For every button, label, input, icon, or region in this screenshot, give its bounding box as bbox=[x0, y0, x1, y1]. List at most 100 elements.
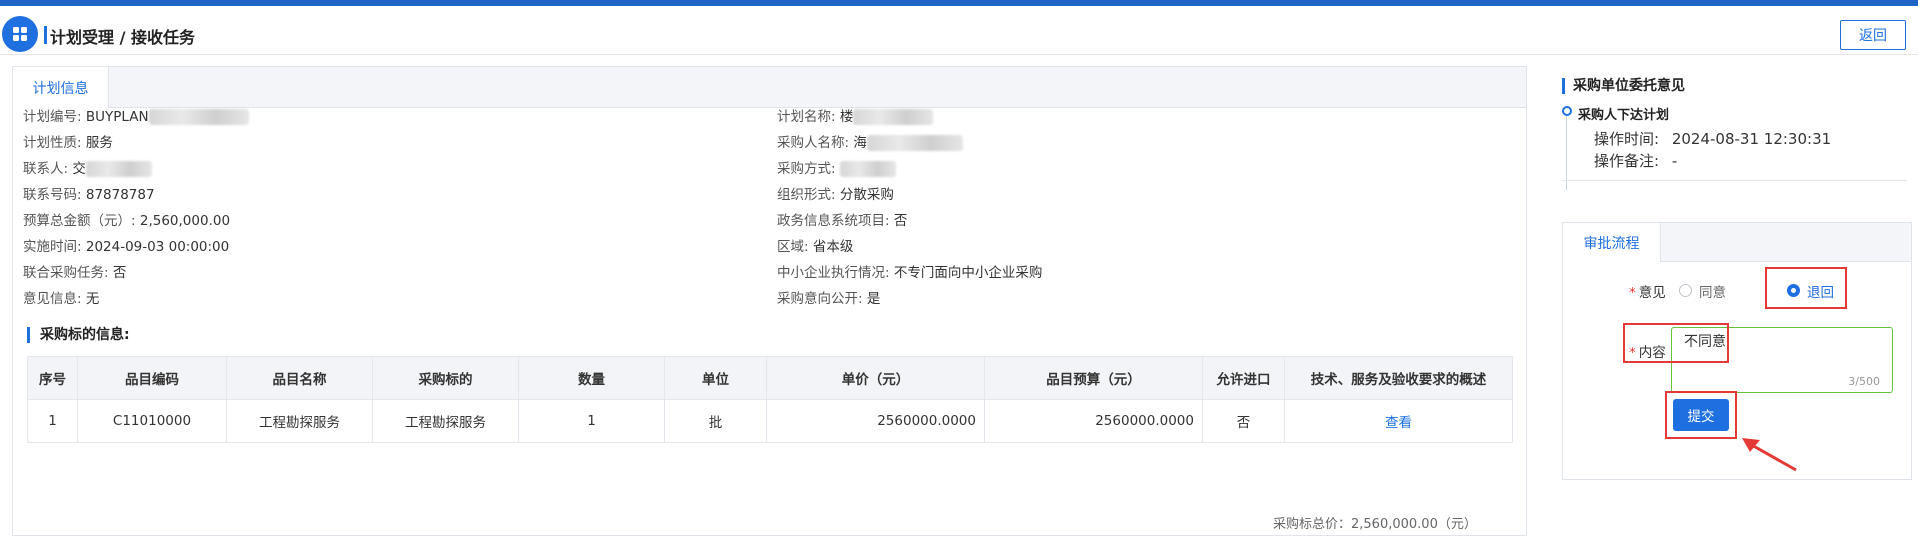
plan-tabstrip: 计划信息 bbox=[13, 67, 1526, 108]
field-label: 采购方式: bbox=[777, 161, 836, 177]
back-button[interactable]: 返回 bbox=[1840, 20, 1906, 50]
tab-approval-flow[interactable]: 审批流程 bbox=[1563, 223, 1661, 262]
annotation-arrow-icon bbox=[1742, 438, 1797, 472]
cell-target: 工程勘探服务 bbox=[372, 399, 519, 443]
field-plan-name: 计划名称: 楼 bbox=[777, 105, 934, 125]
app-grid-icon[interactable] bbox=[2, 16, 38, 52]
timeline-dot-icon bbox=[1562, 106, 1572, 116]
field-budget-total: 预算总金额（元）: 2,560,000.00 bbox=[23, 209, 230, 229]
field-contact: 联系人: 交 bbox=[23, 157, 152, 177]
col-header: 品目预算（元） bbox=[984, 356, 1203, 400]
field-phone: 联系号码: 87878787 bbox=[23, 183, 155, 203]
opinion-title: 采购单位委托意见 bbox=[1562, 78, 1685, 94]
page-header: 计划受理 / 接收任务 返回 bbox=[0, 6, 1918, 55]
timeline-event: 采购人下达计划 bbox=[1578, 108, 1670, 123]
field-purchaser-name: 采购人名称: 海 bbox=[777, 131, 963, 151]
redacted-value bbox=[839, 161, 896, 177]
field-label: 实施时间: bbox=[23, 239, 82, 255]
field-value: 海 bbox=[853, 135, 867, 151]
field-label: 联系号码: bbox=[23, 187, 82, 203]
radio-agree-label[interactable]: 同意 bbox=[1699, 281, 1726, 301]
field-label: 预算总金额（元）: bbox=[23, 213, 136, 229]
field-value: 服务 bbox=[85, 135, 113, 151]
cell-item-budget: 2560000.0000 bbox=[984, 399, 1203, 443]
field-label: 计划性质: bbox=[23, 135, 82, 151]
redacted-value bbox=[866, 135, 963, 151]
total-price-text: 采购标总价：2,560,000.00（元） bbox=[1273, 517, 1477, 532]
operation-time: 操作时间: 2024-08-31 12:30:31 bbox=[1594, 128, 1831, 149]
field-value: 楼 bbox=[839, 109, 854, 125]
view-link[interactable]: 查看 bbox=[1385, 415, 1412, 431]
field-purchase-method: 采购方式: bbox=[777, 157, 896, 177]
timeline-line bbox=[1566, 116, 1567, 190]
section-title-items: 采购标的信息: bbox=[27, 327, 130, 343]
annotation-box-content bbox=[1623, 323, 1729, 363]
plan-info-panel: 计划信息 计划编号: BUYPLAN 计划性质: 服务 联系人: 交 联系号码:… bbox=[12, 66, 1527, 536]
field-value: 否 bbox=[893, 213, 908, 229]
table-header-row: 序号 品目编码 品目名称 采购标的 数量 单位 单价（元） 品目预算（元） 允许… bbox=[27, 356, 1513, 400]
field-value: 否 bbox=[112, 265, 127, 281]
title-accent-bar bbox=[44, 26, 47, 44]
cell-item-name: 工程勘探服务 bbox=[226, 399, 373, 443]
cell-unit-price: 2560000.0000 bbox=[766, 399, 985, 443]
annotation-box-submit bbox=[1665, 391, 1737, 439]
required-marker: * bbox=[1629, 285, 1636, 301]
time-label: 操作时间: bbox=[1594, 130, 1660, 148]
redacted-value bbox=[85, 161, 152, 177]
cell-quantity: 1 bbox=[518, 399, 665, 443]
col-header: 品目名称 bbox=[226, 356, 373, 400]
field-value: 87878787 bbox=[85, 187, 155, 203]
field-value: 分散采购 bbox=[839, 187, 894, 203]
field-label: 政务信息系统项目: bbox=[777, 213, 890, 229]
field-implementation-time: 实施时间: 2024-09-03 00:00:00 bbox=[23, 235, 229, 255]
field-gov-info-project: 政务信息系统项目: 否 bbox=[777, 209, 907, 229]
approval-panel: 审批流程 * 意见 同意 退回 * 内容 不同意 3/500 提交 bbox=[1562, 222, 1912, 480]
field-joint-purchase: 联合采购任务: 否 bbox=[23, 261, 126, 281]
note-value: - bbox=[1671, 152, 1678, 170]
col-header: 数量 bbox=[518, 356, 665, 400]
char-counter: 3/500 bbox=[1848, 375, 1880, 388]
field-label: 组织形式: bbox=[777, 187, 836, 203]
items-table: 序号 品目编码 品目名称 采购标的 数量 单位 单价（元） 品目预算（元） 允许… bbox=[27, 356, 1513, 443]
divider bbox=[1562, 180, 1907, 181]
annotation-box-return bbox=[1765, 267, 1847, 309]
field-value: 2024-09-03 00:00:00 bbox=[85, 239, 230, 255]
field-value: 交 bbox=[72, 161, 86, 177]
radio-agree[interactable] bbox=[1679, 284, 1692, 297]
breadcrumb: 计划受理 / 接收任务 bbox=[50, 28, 195, 47]
cell-item-code: C11010000 bbox=[77, 399, 227, 443]
field-value: 不专门面向中小企业采购 bbox=[893, 265, 1043, 281]
col-header: 技术、服务及验收要求的概述 bbox=[1284, 356, 1513, 400]
col-header: 单位 bbox=[664, 356, 767, 400]
field-label: 区域: bbox=[777, 239, 809, 255]
field-intent-public: 采购意向公开: 是 bbox=[777, 287, 880, 307]
col-header: 允许进口 bbox=[1202, 356, 1285, 400]
field-label: 联系人: bbox=[23, 161, 69, 177]
redacted-value bbox=[148, 109, 249, 125]
field-label: 计划名称: bbox=[777, 109, 836, 125]
note-label: 操作备注: bbox=[1594, 152, 1660, 170]
field-plan-nature: 计划性质: 服务 bbox=[23, 131, 113, 151]
operation-note: 操作备注: - bbox=[1594, 150, 1677, 171]
field-value: 无 bbox=[85, 291, 100, 307]
field-label: 意见信息: bbox=[23, 291, 82, 307]
field-value: BUYPLAN bbox=[85, 109, 149, 125]
field-opinion-info: 意见信息: 无 bbox=[23, 287, 99, 307]
time-value: 2024-08-31 12:30:31 bbox=[1671, 130, 1832, 148]
field-sme-execution: 中小企业执行情况: 不专门面向中小企业采购 bbox=[777, 261, 1042, 281]
opinion-label-text: 意见 bbox=[1638, 285, 1666, 301]
field-value: 是 bbox=[866, 291, 881, 307]
col-header: 采购标的 bbox=[372, 356, 519, 400]
field-label: 采购意向公开: bbox=[777, 291, 863, 307]
redacted-value bbox=[853, 109, 934, 125]
cell-requirements: 查看 bbox=[1284, 399, 1513, 443]
cell-import-allowed: 否 bbox=[1202, 399, 1285, 443]
field-region: 区域: 省本级 bbox=[777, 235, 853, 255]
field-label: 采购人名称: bbox=[777, 135, 850, 151]
table-row: 1 C11010000 工程勘探服务 工程勘探服务 1 批 2560000.00… bbox=[27, 399, 1513, 443]
tab-plan-info[interactable]: 计划信息 bbox=[13, 67, 109, 108]
col-header: 品目编码 bbox=[77, 356, 227, 400]
approval-tabstrip: 审批流程 bbox=[1563, 223, 1911, 262]
field-value: 2,560,000.00 bbox=[139, 213, 231, 229]
field-label: 计划编号: bbox=[23, 109, 82, 125]
